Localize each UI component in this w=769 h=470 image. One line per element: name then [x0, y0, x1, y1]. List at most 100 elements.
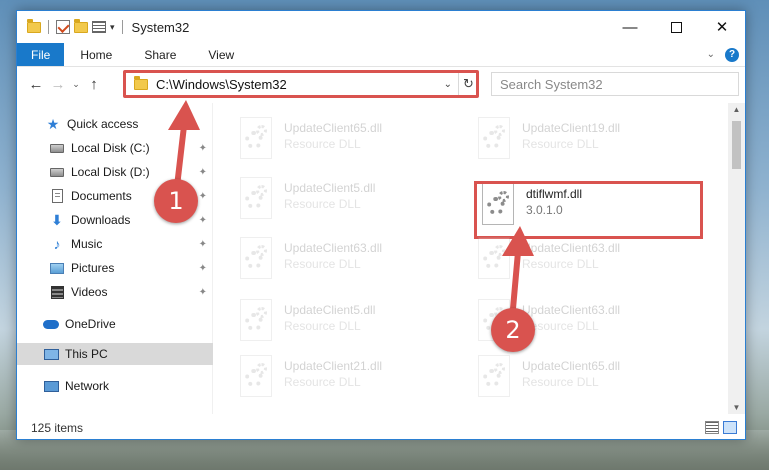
ribbon-right-controls: ⌄ ?	[707, 43, 745, 66]
refresh-button[interactable]: ↻	[458, 73, 478, 95]
pin-icon[interactable]: ✦	[199, 167, 207, 178]
step-1-badge: 1	[154, 179, 198, 223]
pin-icon[interactable]: ✦	[199, 287, 207, 298]
tab-view[interactable]: View	[192, 43, 250, 66]
sidebar-item-this-pc[interactable]: This PC	[17, 343, 213, 365]
chevron-down-icon[interactable]: ⌄	[438, 79, 458, 90]
disk-icon	[49, 140, 65, 156]
maximize-button[interactable]	[653, 11, 699, 43]
file-description: Resource DLL	[284, 197, 361, 211]
details-view-icon[interactable]	[705, 421, 719, 434]
file-item-dtiflwmf[interactable]: dtiflwmf.dll 3.0.1.0	[480, 183, 710, 231]
onedrive-icon	[43, 316, 59, 332]
navigation-bar: ← → ⌄ ↑ C:\Windows\System32 ⌄ ↻ Search S…	[17, 68, 745, 100]
documents-icon	[49, 188, 65, 204]
pin-icon[interactable]: ✦	[199, 215, 207, 226]
help-icon[interactable]: ?	[725, 47, 739, 62]
this-pc-icon	[43, 346, 59, 362]
customize-icon[interactable]	[92, 21, 106, 33]
file-description: Resource DLL	[284, 319, 361, 333]
sidebar-item-label: Pictures	[71, 261, 115, 275]
file-item[interactable]: UpdateClient5.dll Resource DLL	[238, 177, 468, 225]
tab-share[interactable]: Share	[128, 43, 192, 66]
up-button[interactable]: ↑	[83, 76, 105, 93]
item-count: 125 items	[31, 421, 84, 435]
sidebar-item-pictures[interactable]: Pictures ✦	[17, 257, 213, 279]
file-item[interactable]: UpdateClient65.dll Resource DLL	[476, 355, 706, 403]
file-item[interactable]: UpdateClient21.dll Resource DLL	[238, 355, 468, 403]
recent-locations-button[interactable]: ⌄	[69, 79, 83, 90]
window-title: System32	[131, 19, 190, 35]
expand-ribbon-icon[interactable]: ⌄	[707, 49, 715, 60]
close-button[interactable]: ✕	[699, 11, 745, 43]
file-name: UpdateClient63.dll	[522, 241, 621, 255]
sidebar-item-music[interactable]: ♪ Music ✦	[17, 233, 213, 255]
sidebar-item-label: OneDrive	[65, 317, 116, 331]
sidebar-item-label: Local Disk (C:)	[71, 141, 150, 155]
file-name: UpdateClient63.dll	[284, 241, 383, 255]
minimize-button[interactable]: —	[607, 11, 653, 43]
minimize-icon: —	[622, 18, 638, 36]
file-description: Resource DLL	[522, 319, 599, 333]
file-item[interactable]: UpdateClient5.dll Resource DLL	[238, 299, 468, 347]
file-description: Resource DLL	[522, 375, 599, 389]
file-name: UpdateClient21.dll	[284, 359, 383, 373]
pin-icon[interactable]: ✦	[199, 191, 207, 202]
properties-check-icon[interactable]	[56, 20, 70, 34]
pin-icon[interactable]: ✦	[199, 143, 207, 154]
sidebar-item-label: Downloads	[71, 213, 131, 227]
title-bar: ▾ System32 — ✕	[17, 11, 745, 43]
tab-home[interactable]: Home	[64, 43, 128, 66]
address-path[interactable]: C:\Windows\System32	[156, 77, 287, 92]
file-description: Resource DLL	[522, 257, 599, 271]
sidebar-item-label: Network	[65, 379, 110, 393]
sidebar-item-videos[interactable]: Videos ✦	[17, 281, 213, 303]
file-description: Resource DLL	[522, 137, 599, 151]
dll-file-icon	[476, 355, 514, 399]
scrollbar-thumb[interactable]	[732, 121, 741, 169]
file-item[interactable]: UpdateClient63.dll Resource DLL	[476, 237, 706, 285]
toolbar-separator	[121, 20, 123, 34]
maximize-icon	[670, 21, 682, 33]
dll-file-icon	[238, 355, 276, 399]
scroll-up-icon[interactable]: ▲	[728, 105, 745, 114]
file-item[interactable]: UpdateClient65.dll Resource DLL	[238, 117, 468, 165]
dll-file-icon	[238, 117, 276, 161]
pin-icon[interactable]: ✦	[199, 263, 207, 274]
vertical-scrollbar[interactable]: ▲ ▼	[728, 103, 745, 414]
sidebar-item-local-disk-c[interactable]: Local Disk (C:) ✦	[17, 137, 213, 159]
tab-file[interactable]: File	[17, 43, 65, 66]
quick-access-toolbar: ▾	[17, 11, 126, 43]
file-item[interactable]: UpdateClient19.dll Resource DLL	[476, 117, 706, 165]
file-name: UpdateClient65.dll	[522, 359, 621, 373]
file-description: Resource DLL	[284, 137, 361, 151]
dll-file-icon	[238, 299, 276, 343]
sidebar-item-label: Local Disk (D:)	[71, 165, 150, 179]
pin-icon[interactable]: ✦	[199, 239, 207, 250]
tiles-view-icon[interactable]	[723, 421, 737, 434]
file-name: UpdateClient5.dll	[284, 303, 376, 317]
file-explorer-window: ▾ System32 — ✕ File Home Share View ⌄ ? …	[16, 10, 746, 440]
dll-file-icon	[476, 237, 514, 281]
file-list: UpdateClient65.dll Resource DLL UpdateCli…	[214, 103, 729, 414]
file-name: dtiflwmf.dll	[526, 187, 583, 201]
address-bar[interactable]: C:\Windows\System32 ⌄ ↻	[125, 72, 479, 96]
file-description: 3.0.1.0	[526, 203, 563, 217]
forward-button[interactable]: →	[47, 76, 69, 93]
search-input[interactable]: Search System32	[491, 72, 739, 96]
window-controls: — ✕	[607, 11, 745, 43]
file-name: UpdateClient65.dll	[284, 121, 383, 135]
dll-file-icon	[480, 183, 518, 227]
toolbar-dropdown-icon[interactable]: ▾	[110, 22, 115, 33]
view-switcher	[705, 421, 737, 434]
dll-file-icon	[238, 177, 276, 221]
sidebar-item-quick-access[interactable]: ★ Quick access	[17, 113, 213, 135]
sidebar-item-network[interactable]: Network	[17, 375, 213, 397]
new-folder-icon[interactable]	[74, 18, 88, 33]
back-button[interactable]: ←	[25, 76, 47, 93]
scroll-down-icon[interactable]: ▼	[728, 403, 745, 412]
file-item[interactable]: UpdateClient63.dll Resource DLL	[238, 237, 468, 285]
sidebar-item-onedrive[interactable]: OneDrive	[17, 313, 213, 335]
folder-icon	[27, 18, 41, 33]
step-2-badge: 2	[491, 308, 535, 352]
